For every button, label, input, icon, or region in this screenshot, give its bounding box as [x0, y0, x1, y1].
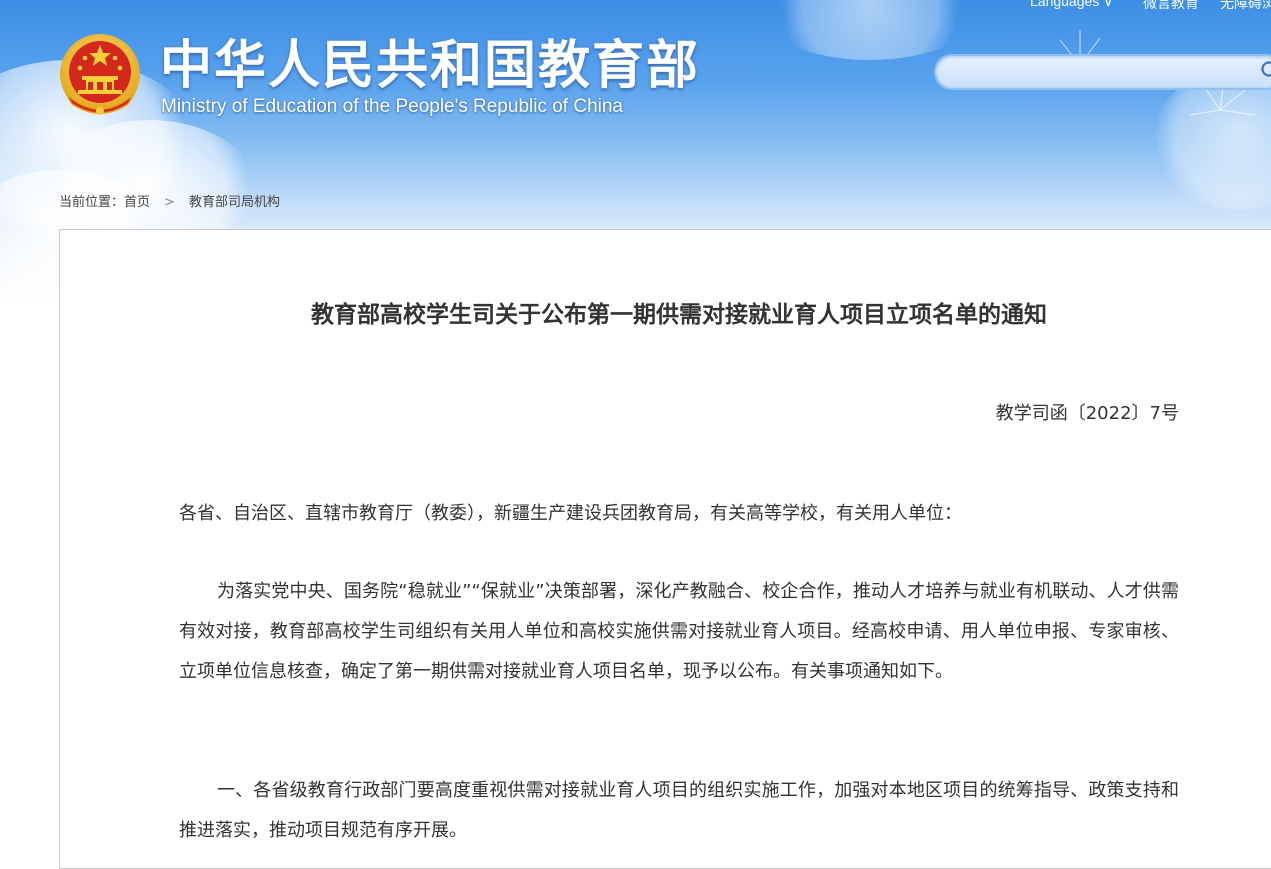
article-panel: 教育部高校学生司关于公布第一期供需对接就业育人项目立项名单的通知 教学司函〔20…	[59, 229, 1271, 869]
breadcrumb-home-link[interactable]: 首页	[124, 194, 150, 212]
search-icon[interactable]	[1260, 60, 1271, 82]
site-subtitle: Ministry of Education of the People's Re…	[161, 96, 623, 118]
wechat-edu-link[interactable]: 微言教育	[1143, 0, 1199, 13]
article-paragraph: 为落实党中央、国务院“稳就业”“保就业”决策部署，深化产教融合、校企合作，推动人…	[179, 572, 1179, 692]
accessibility-link[interactable]: 无障碍浏	[1220, 0, 1271, 13]
breadcrumb: 当前位置：首页 > 教育部司局机构	[59, 194, 280, 213]
chevron-right-icon: >	[164, 194, 175, 212]
breadcrumb-label: 当前位置：	[59, 194, 124, 212]
search-input[interactable]	[934, 54, 1271, 90]
languages-link[interactable]: Languages ∨	[1030, 0, 1113, 10]
site-title[interactable]: 中华人民共和国教育部	[160, 36, 700, 96]
breadcrumb-current-link[interactable]: 教育部司局机构	[189, 194, 280, 212]
article-paragraph: 一、各省级教育行政部门要高度重视供需对接就业育人项目的组织实施工作，加强对本地区…	[179, 771, 1179, 851]
article-addressee: 各省、自治区、直辖市教育厅（教委），新疆生产建设兵团教育局，有关高等学校，有关用…	[179, 494, 1179, 534]
cloud-decoration	[760, 0, 980, 60]
document-number: 教学司函〔2022〕7号	[179, 399, 1179, 425]
national-emblem-icon	[58, 32, 142, 118]
article-title: 教育部高校学生司关于公布第一期供需对接就业育人项目立项名单的通知	[179, 295, 1179, 329]
